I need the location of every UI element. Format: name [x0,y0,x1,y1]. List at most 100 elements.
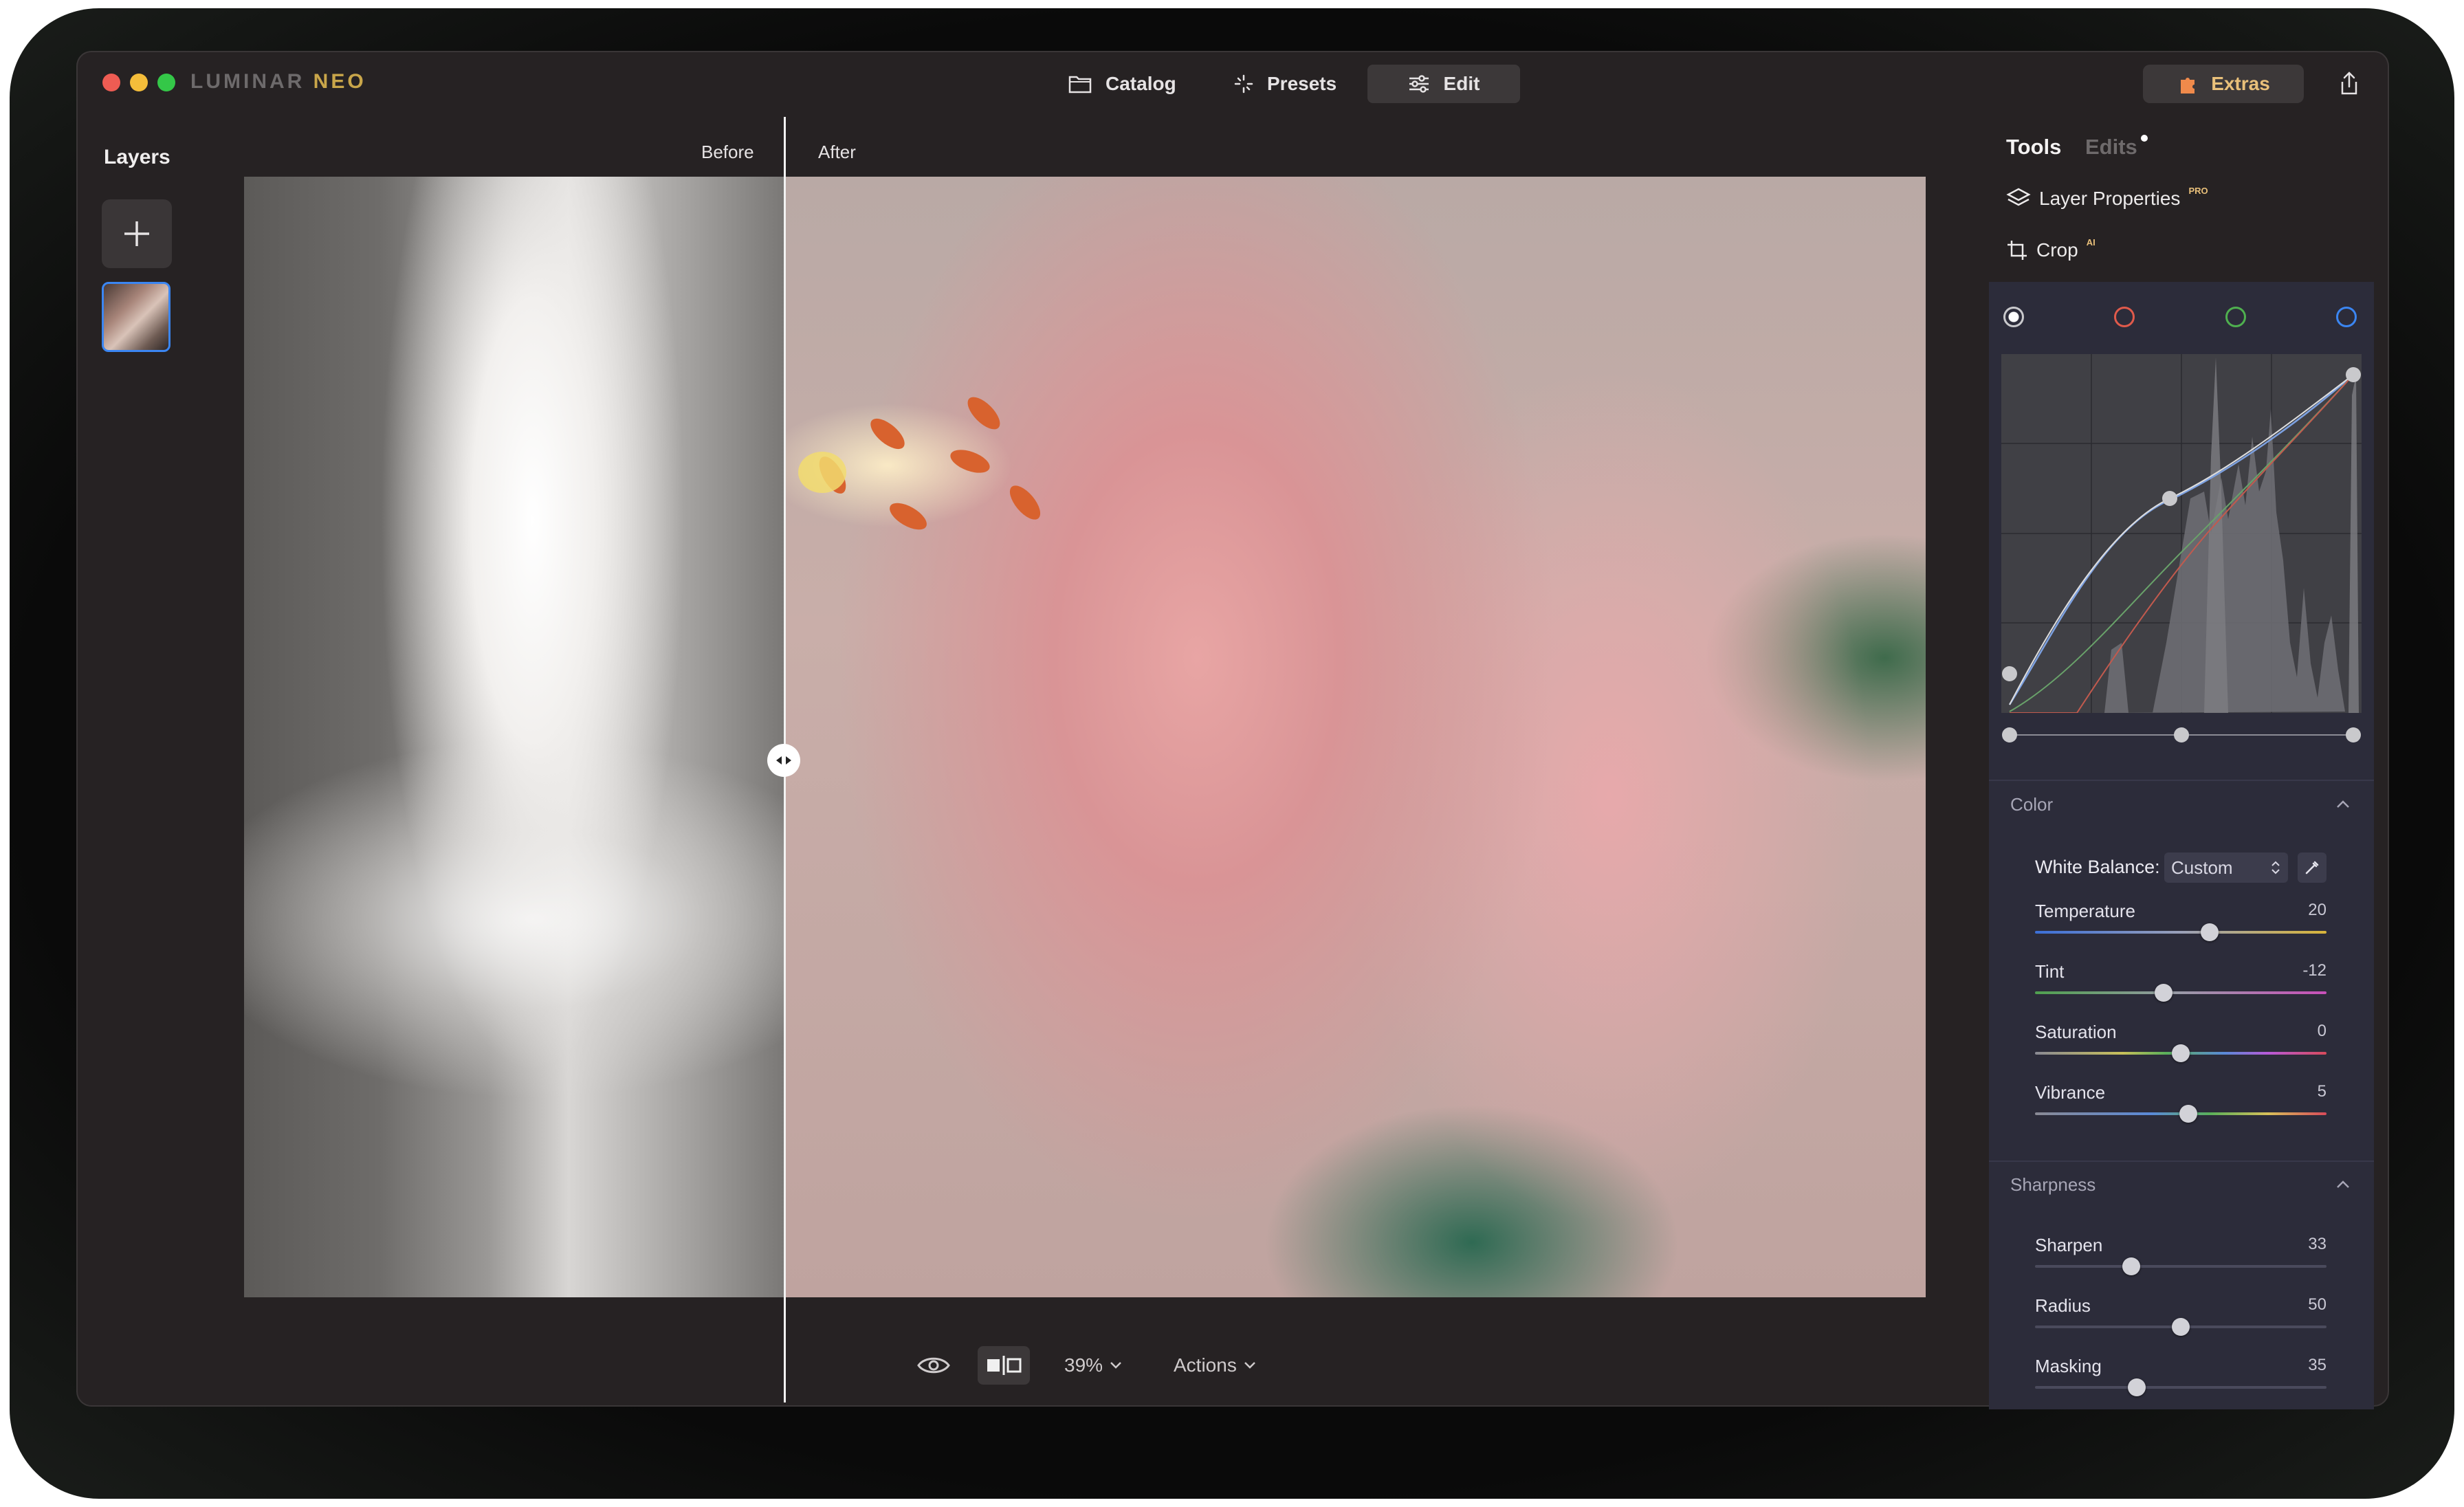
vibrance-label: Vibrance [2035,1082,2106,1103]
curve-channel-green[interactable] [2225,307,2246,327]
folder-icon [1068,76,1092,94]
tool-crop-label: Crop [2036,239,2078,261]
tint-slider-knob[interactable] [2154,984,2172,1002]
tool-layer-properties[interactable]: Layer Properties PRO [2006,186,2208,210]
sharpen-value: 33 [2308,1235,2326,1253]
compare-icon [987,1356,1022,1375]
saturation-slider-knob[interactable] [2172,1044,2190,1062]
share-icon [2341,72,2357,95]
photo-canvas[interactable] [244,177,1926,1297]
after-label: After [818,142,856,162]
curve-midpoint-knob[interactable] [2174,727,2189,742]
tab-tools[interactable]: Tools [2006,135,2061,160]
zoom-window-button[interactable] [157,74,175,91]
before-image [244,177,784,1297]
compare-split-button[interactable] [978,1346,1030,1385]
masking-value: 35 [2308,1356,2326,1374]
saturation-label: Saturation [2035,1022,2117,1042]
stamen [1004,481,1046,525]
logo-accent: NEO [313,70,366,93]
nav-catalog-label: Catalog [1106,73,1176,94]
updown-chevron-icon [2272,861,2280,874]
nav-edit-label: Edit [1443,73,1480,94]
nav-edit-button[interactable]: Edit [1367,65,1520,103]
puzzle-icon [2181,78,2195,94]
curve-histogram [2001,354,2362,714]
section-divider [1989,780,2374,781]
curve-channel-red[interactable] [2114,307,2135,327]
vibrance-value: 5 [2317,1082,2326,1101]
chevron-up-icon[interactable] [2335,796,2351,813]
zoom-dropdown[interactable]: 39% [1064,1354,1122,1376]
curve-white-point-knob[interactable] [2346,727,2361,742]
split-drag-handle[interactable] [767,744,800,777]
sharpness-section-title[interactable]: Sharpness [2010,1174,2096,1196]
tint-slider-track[interactable] [2035,991,2326,994]
actions-label: Actions [1174,1354,1237,1376]
temperature-label: Temperature [2035,901,2135,921]
extras-label: Extras [2211,73,2270,94]
close-window-button[interactable] [102,74,120,91]
eyedropper-icon [2305,861,2319,874]
radius-label: Radius [2035,1295,2091,1316]
masking-label: Masking [2035,1356,2102,1376]
share-button[interactable] [2332,66,2366,100]
curve-channel-blue[interactable] [2336,307,2357,327]
stamen [962,391,1006,435]
chevron-down-icon [1110,1362,1121,1369]
layers-icon [2006,188,2031,206]
before-label: Before [701,142,754,162]
nav-presets-label: Presets [1267,73,1337,94]
chevron-up-icon[interactable] [2335,1176,2351,1193]
crop-icon [2008,241,2027,260]
radius-value: 50 [2308,1295,2326,1314]
tab-edits[interactable]: Edits [2085,135,2137,160]
zoom-value: 39% [1064,1354,1103,1376]
white-balance-label: White Balance: [2035,857,2160,877]
minimize-window-button[interactable] [130,74,148,91]
stamen [947,445,993,478]
saturation-value: 0 [2317,1022,2326,1040]
tool-layer-properties-label: Layer Properties [2039,188,2181,209]
section-divider [1989,1160,2374,1162]
white-balance-value: Custom [2171,857,2233,878]
app-logo: LUMINAR NEO [190,70,366,94]
masking-slider-track[interactable] [2035,1386,2326,1389]
sliders-icon [1409,75,1429,93]
layer-thumbnail[interactable] [102,282,170,352]
extras-button[interactable]: Extras [2143,65,2304,103]
temperature-value: 20 [2308,901,2326,919]
tool-crop[interactable]: Crop AI [2006,236,2096,261]
sparkle-icon [1234,74,1253,94]
split-arrows-icon [776,756,791,764]
radius-slider-knob[interactable] [2172,1318,2190,1336]
preview-eye-button[interactable] [914,1352,953,1379]
nav-presets-button[interactable]: Presets [1213,65,1357,103]
sharpen-label: Sharpen [2035,1235,2103,1255]
sharpen-slider-knob[interactable] [2122,1257,2140,1275]
pistil-tip [798,452,846,493]
actions-dropdown[interactable]: Actions [1174,1354,1256,1376]
layers-title: Layers [104,146,170,168]
tint-label: Tint [2035,961,2065,982]
stamen [886,497,931,536]
color-section-title[interactable]: Color [2010,794,2053,815]
eye-icon [917,1357,950,1374]
curve-black-point-knob[interactable] [2002,727,2017,742]
add-layer-button[interactable] [102,199,172,268]
plus-icon [124,221,149,246]
white-balance-picker-button[interactable] [2298,852,2326,883]
vibrance-slider-knob[interactable] [2179,1105,2197,1123]
nav-catalog-button[interactable]: Catalog [1048,65,1197,103]
stamen [866,412,910,455]
tint-value: -12 [2302,961,2326,980]
logo-main: LUMINAR [190,70,305,93]
sharpen-slider-track[interactable] [2035,1265,2326,1268]
temperature-slider-track[interactable] [2035,931,2326,934]
ai-badge: AI [2086,236,2096,248]
tone-curve-graph[interactable] [2001,354,2362,714]
curve-channel-luminosity[interactable] [2003,307,2024,327]
white-balance-select[interactable]: Custom [2164,852,2288,883]
chevron-down-icon [1244,1362,1255,1369]
edits-indicator-dot [2141,135,2148,142]
